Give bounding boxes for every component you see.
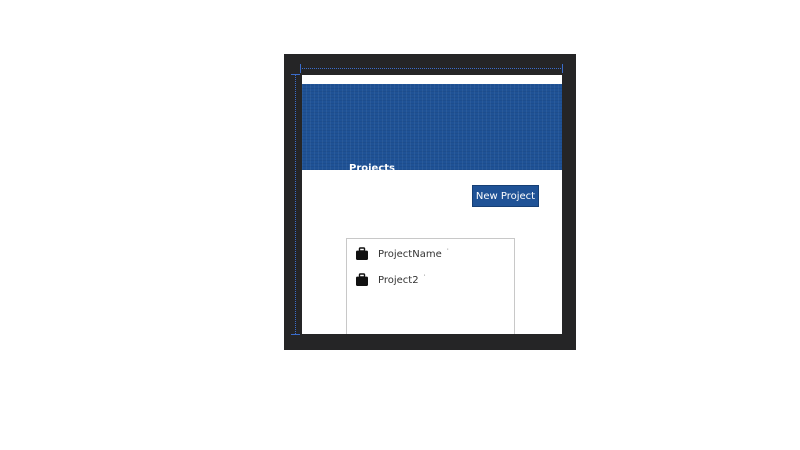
- horizontal-guide-end-tick: [562, 64, 563, 73]
- project-list-item-project2[interactable]: Project2 ˙: [355, 272, 427, 288]
- app-page: Projects New Project ProjectName ˙ Proje…: [302, 75, 562, 334]
- page-title: Projects: [349, 163, 396, 174]
- vertical-guide-start-tick: [291, 74, 300, 75]
- project-list-item-projectname[interactable]: ProjectName ˙: [355, 246, 450, 262]
- briefcase-icon: [356, 247, 368, 260]
- designer-canvas: Projects New Project ProjectName ˙ Proje…: [0, 0, 800, 450]
- project-list: ProjectName ˙ Project2 ˙: [346, 238, 515, 334]
- horizontal-guide-start-tick: [300, 64, 301, 73]
- vertical-guide-end-tick: [291, 334, 300, 335]
- project-name: Project2: [378, 274, 419, 286]
- project-marker: ˙: [422, 273, 427, 283]
- horizontal-guide: [300, 68, 563, 69]
- briefcase-icon: [356, 273, 368, 286]
- new-project-button[interactable]: New Project: [472, 185, 539, 207]
- vertical-guide: [295, 74, 296, 334]
- header-banner: Projects: [302, 84, 562, 174]
- project-marker: ˙: [445, 247, 450, 257]
- project-name: ProjectName: [378, 248, 442, 260]
